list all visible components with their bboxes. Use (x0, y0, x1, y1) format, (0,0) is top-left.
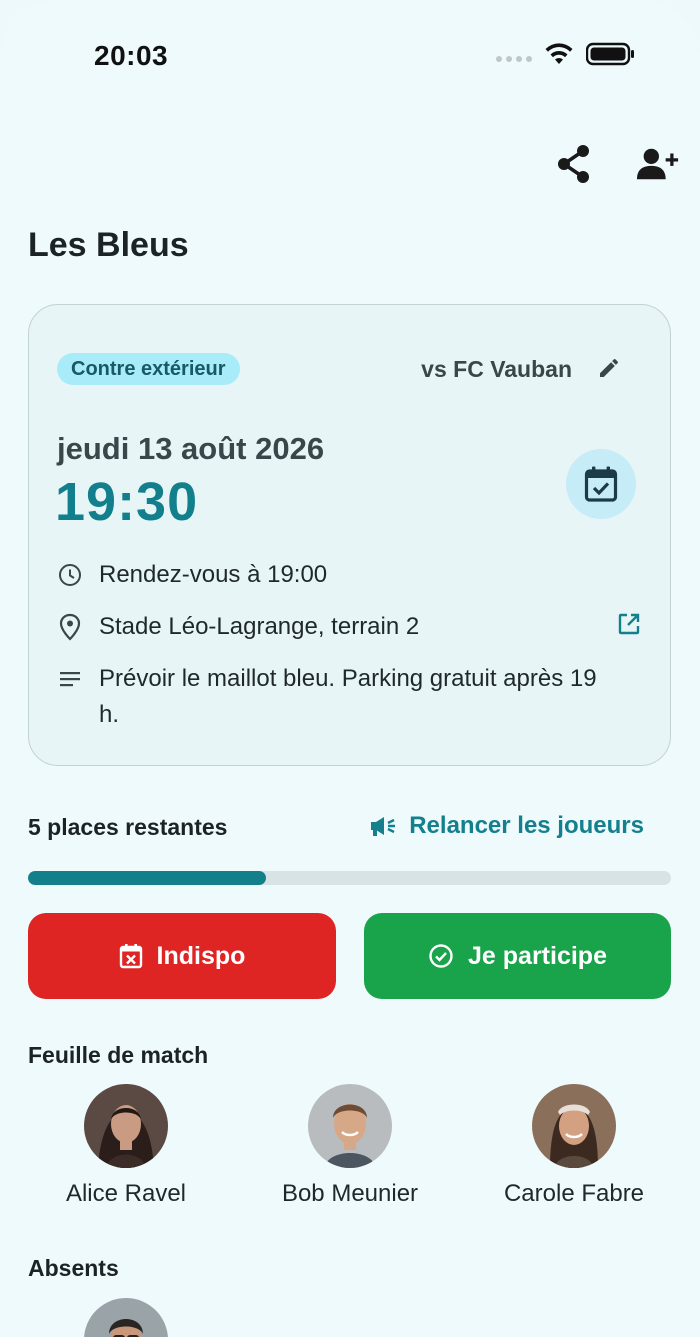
unavailable-button[interactable]: Indispo (28, 913, 336, 999)
screen: 20:03 Les Bleus Contre extérieur vs FC V… (0, 0, 700, 1337)
open-external-icon (618, 613, 640, 635)
note-row: Prévoir le maillot bleu. Parking gratuit… (57, 661, 617, 733)
player-name: Alice Ravel (65, 1180, 187, 1207)
megaphone-icon (371, 817, 396, 836)
meeting-row: Rendez-vous à 19:00 (57, 557, 327, 593)
battery-icon (586, 42, 634, 66)
player-name: Bob Meunier (281, 1180, 419, 1207)
attendance-progress (28, 871, 671, 885)
meeting-time: Rendez-vous à 19:00 (99, 561, 328, 588)
player-card[interactable]: Carole Fabre (474, 1084, 674, 1208)
status-bar: 20:03 (0, 0, 700, 110)
event-date: jeudi 13 août 2026 (57, 431, 325, 466)
attendance-progress-fill (28, 871, 266, 885)
remind-players-button[interactable]: Relancer les joueurs (369, 812, 644, 840)
player-card[interactable]: Bob Meunier (250, 1084, 450, 1208)
location-text: Stade Léo-Lagrange, terrain 2 (99, 613, 420, 640)
status-time: 20:03 (94, 40, 169, 71)
remind-players-label: Relancer les joueurs (409, 812, 644, 839)
add-to-calendar-button[interactable] (566, 449, 636, 519)
participate-label: Je participe (468, 941, 607, 970)
unavailable-label: Indispo (156, 941, 246, 970)
event-card: Contre extérieur vs FC Vauban jeudi 13 a… (28, 304, 671, 766)
edit-event-button[interactable] (592, 351, 626, 385)
absents-title: Absents (28, 1255, 119, 1281)
location-row: Stade Léo-Lagrange, terrain 2 (57, 609, 419, 645)
person-add-icon (636, 148, 679, 180)
signal-icon (496, 56, 532, 62)
notes-icon (57, 661, 83, 697)
share-icon (558, 145, 589, 183)
status-icons (496, 42, 636, 66)
open-map-button[interactable] (614, 609, 644, 639)
player-card[interactable]: Alice Ravel (26, 1084, 226, 1208)
match-type-badge: Contre extérieur (57, 353, 240, 385)
calendar-check-icon (584, 466, 618, 502)
header-actions (552, 142, 680, 186)
share-button[interactable] (552, 142, 596, 186)
player-name: Carole Fabre (503, 1180, 645, 1207)
note-text: Prévoir le maillot bleu. Parking gratuit… (99, 665, 597, 728)
wifi-icon (545, 43, 573, 64)
lineup-title: Feuille de match (28, 1042, 209, 1068)
pencil-icon (600, 358, 619, 377)
opponent-label: vs FC Vauban (421, 355, 572, 382)
add-member-button[interactable] (636, 142, 680, 186)
avatar (308, 1084, 392, 1168)
clock-icon (57, 557, 83, 593)
absent-player-avatar[interactable] (84, 1298, 168, 1337)
location-pin-icon (57, 609, 83, 645)
avatar (84, 1084, 168, 1168)
places-remaining: 5 places restantes (28, 814, 228, 840)
participate-button[interactable]: Je participe (364, 913, 671, 999)
check-circle-icon (429, 944, 453, 968)
calendar-x-icon (119, 944, 142, 969)
avatar (532, 1084, 616, 1168)
event-time: 19:30 (55, 472, 199, 532)
page-title: Les Bleus (28, 226, 189, 264)
